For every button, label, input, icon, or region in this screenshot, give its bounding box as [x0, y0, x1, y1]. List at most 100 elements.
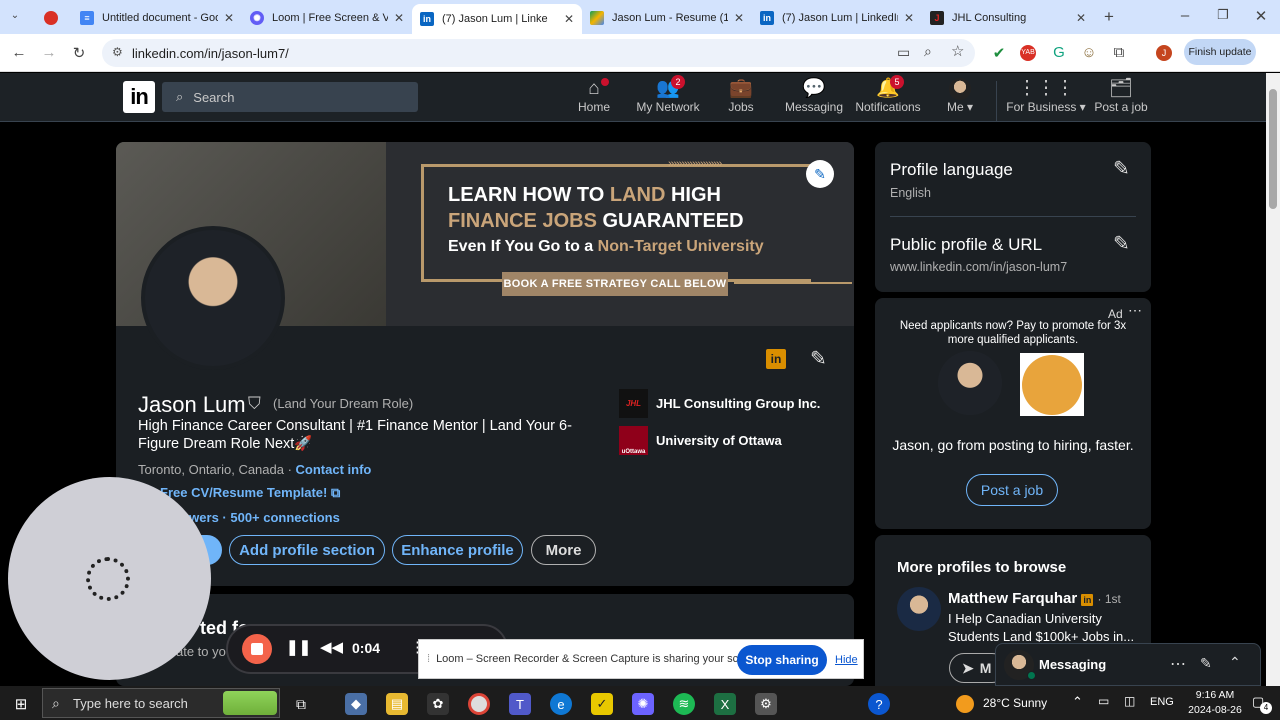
tab-close-icon[interactable]: ✕	[224, 11, 234, 25]
settings-gear-icon[interactable]: ⚙	[755, 693, 777, 715]
windows-start-icon[interactable]: ⊞	[10, 693, 32, 715]
teams-icon[interactable]: T	[509, 693, 531, 715]
task-view-icon[interactable]: ⧉	[290, 693, 312, 715]
new-tab-icon[interactable]: +	[1100, 7, 1118, 27]
ad-options-icon[interactable]: ⋯	[1128, 302, 1142, 319]
hide-notice-link[interactable]: Hide	[835, 654, 858, 666]
extension-yab-icon[interactable]: YAB	[1020, 45, 1036, 61]
app-icon[interactable]: ◆	[345, 693, 367, 715]
nav-notifications[interactable]: 🔔 5 Notifications	[850, 75, 926, 114]
suggestion-name[interactable]: Matthew Farquhar in · 1st	[948, 590, 1121, 607]
add-profile-section-button[interactable]: Add profile section	[229, 535, 385, 565]
profile-suggestion-avatar[interactable]	[897, 587, 941, 631]
contact-info-link[interactable]: Contact info	[296, 462, 372, 477]
spotify-icon[interactable]: ≋	[673, 693, 695, 715]
loom-icon[interactable]: ✺	[632, 693, 654, 715]
rewind-button[interactable]: ◀◀	[320, 638, 343, 656]
site-info-icon[interactable]: ⚙	[112, 45, 123, 59]
extension-check-icon[interactable]: ✔	[990, 44, 1008, 62]
post-job-button[interactable]: Post a job	[966, 474, 1058, 506]
nav-post-job[interactable]: 🗂 Post a job	[1092, 78, 1150, 114]
compose-icon[interactable]: ✎	[1200, 655, 1212, 672]
taskbar-search-input[interactable]: ⌕ Type here to search	[42, 688, 280, 718]
more-button[interactable]: More	[531, 535, 596, 565]
finish-update-button[interactable]: Finish update	[1184, 39, 1256, 65]
edit-banner-button[interactable]: ✎	[806, 160, 834, 188]
camera-icon[interactable]: ▭	[897, 44, 910, 61]
clock-time[interactable]: 9:16 AM	[1186, 689, 1244, 701]
page-scrollbar[interactable]	[1266, 73, 1280, 686]
tab-close-icon[interactable]: ✕	[394, 11, 404, 25]
app-icon[interactable]: ✿	[427, 693, 449, 715]
tab-close-icon[interactable]: ✕	[564, 12, 574, 26]
clock-date[interactable]: 2024-08-26	[1176, 704, 1254, 716]
enhance-profile-button[interactable]: Enhance profile	[392, 535, 523, 565]
tab-google-drive[interactable]: Jason Lum - Resume (1).p ✕	[582, 4, 752, 32]
weather-text[interactable]: 28°C Sunny	[983, 696, 1047, 710]
public-profile-url: www.linkedin.com/in/jason-lum7	[890, 260, 1068, 274]
edit-intro-pencil-icon[interactable]: ✎	[810, 346, 827, 371]
nav-me[interactable]: Me ▾	[923, 78, 997, 114]
scrollbar-thumb[interactable]	[1269, 89, 1277, 209]
linkedin-premium-icon[interactable]: in	[766, 349, 786, 369]
network-icon[interactable]: ▭	[1098, 694, 1109, 708]
excel-icon[interactable]: X	[714, 693, 736, 715]
file-explorer-icon[interactable]: ▤	[386, 693, 408, 715]
address-bar[interactable]: ⚙ linkedin.com/in/jason-lum7/ ▭ ⌕ ☆	[102, 39, 975, 67]
loom-camera-bubble[interactable]	[8, 477, 211, 680]
cv-template-link[interactable]: Free CV/Resume Template! ⧉	[160, 485, 340, 501]
zoom-icon[interactable]: ⌕	[924, 43, 932, 60]
verified-shield-icon[interactable]: ⛉	[248, 394, 261, 414]
extension-face-icon[interactable]: ☺	[1080, 44, 1098, 61]
org-jhl[interactable]: JHL JHL Consulting Group Inc.	[619, 389, 820, 418]
forward-icon[interactable]: →	[40, 44, 58, 61]
bookmark-star-icon[interactable]: ☆	[951, 42, 964, 60]
nav-for-business[interactable]: ⋮⋮⋮ For Business ▾	[1004, 78, 1088, 114]
tab-close-icon[interactable]: ✕	[904, 11, 914, 25]
edit-url-pencil-icon[interactable]: ✎	[1113, 231, 1130, 256]
nav-messaging[interactable]: 💬 Messaging	[777, 78, 851, 114]
search-input[interactable]: ⌕ Search	[162, 82, 418, 112]
stop-recording-button[interactable]	[242, 634, 272, 664]
notification-center-icon[interactable]: ▢ 4	[1252, 694, 1272, 714]
profile-photo[interactable]	[141, 226, 285, 370]
messaging-overlay-bar[interactable]: Messaging ⋯ ✎ ⌃	[995, 643, 1261, 686]
edge-icon[interactable]: e	[550, 693, 572, 715]
nav-jobs[interactable]: 💼 Jobs	[704, 78, 778, 114]
close-window-icon[interactable]: ✕	[1252, 7, 1270, 25]
volume-icon[interactable]: ◫	[1124, 694, 1135, 708]
followers-connections[interactable]: llowers · 500+ connections	[174, 510, 340, 525]
nav-my-network[interactable]: 👥 2 My Network	[631, 75, 705, 114]
org-uottawa[interactable]: uOttawa University of Ottawa	[619, 426, 782, 455]
tab-search-icon[interactable]: ⌄	[6, 10, 24, 21]
stop-sharing-button[interactable]: Stop sharing	[737, 645, 827, 675]
notification-badge: 5	[890, 75, 904, 89]
language-indicator[interactable]: ENG	[1150, 696, 1174, 708]
edit-language-pencil-icon[interactable]: ✎	[1113, 156, 1130, 181]
reload-icon[interactable]: ↻	[70, 44, 88, 62]
chrome-icon[interactable]	[468, 693, 490, 715]
profile-avatar-icon[interactable]: J	[1156, 45, 1172, 61]
pause-button[interactable]: ❚❚	[286, 638, 311, 656]
extension-grammarly-icon[interactable]: G	[1050, 44, 1068, 61]
tab-jhl-consulting[interactable]: J JHL Consulting ✕	[922, 4, 1094, 32]
help-icon[interactable]: ?	[868, 693, 890, 715]
tab-close-icon[interactable]: ✕	[734, 11, 744, 25]
drag-handle-icon[interactable]: ⁞	[427, 653, 430, 665]
back-icon[interactable]: ←	[10, 44, 28, 61]
tab-linkedin-active[interactable]: in (7) Jason Lum | Linke ✕	[412, 4, 582, 34]
app-icon[interactable]: ✓	[591, 693, 613, 715]
linkedin-logo[interactable]: in	[123, 81, 155, 113]
nav-home[interactable]: ⌂ Home	[557, 78, 631, 114]
maximize-icon[interactable]: ❐	[1214, 7, 1232, 23]
chevron-up-icon[interactable]: ⌃	[1229, 654, 1241, 671]
tab-close-icon[interactable]: ✕	[1076, 11, 1086, 25]
extensions-puzzle-icon[interactable]: ⧉	[1110, 44, 1128, 61]
tab-loom[interactable]: ✺ Loom | Free Screen & Vid ✕	[242, 4, 412, 32]
record-indicator-tab[interactable]	[36, 4, 70, 32]
messaging-options-icon[interactable]: ⋯	[1170, 654, 1186, 674]
tab-linkedin[interactable]: in (7) Jason Lum | LinkedIn ✕	[752, 4, 922, 32]
tab-google-docs[interactable]: ≡ Untitled document - Goo ✕	[72, 4, 242, 32]
tray-chevron-icon[interactable]: ⌃	[1072, 694, 1083, 710]
minimize-icon[interactable]: –	[1176, 7, 1194, 24]
